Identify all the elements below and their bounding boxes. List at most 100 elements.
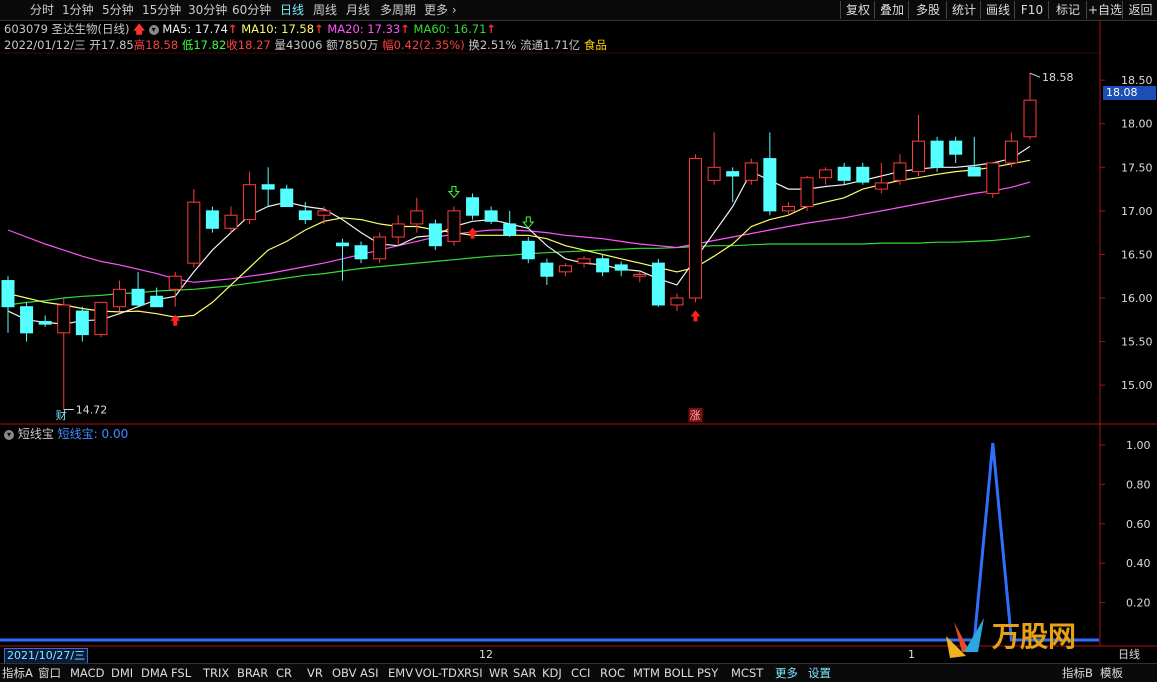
time-label-dec: 12 [479, 648, 493, 661]
indicator-tab-8[interactable]: CR [276, 665, 292, 681]
start-date-label: 2021/10/27/三 [4, 648, 89, 664]
indicator-tab-17[interactable]: KDJ [542, 665, 562, 681]
ma60-line [7, 235, 1031, 306]
candle-body-55 [1023, 99, 1037, 138]
candle-body-29 [540, 262, 554, 277]
candle-body-45 [837, 166, 851, 181]
limit-up-marker[interactable]: 涨 [690, 409, 701, 422]
high-marker-arrow-icon [1029, 72, 1041, 78]
candle-body-34 [633, 273, 647, 277]
ind-tick-label-2: 0.60 [1126, 518, 1151, 531]
indicator-name[interactable]: 短线宝 [18, 427, 54, 441]
current-price-tag: 18.08 [1103, 86, 1156, 100]
candle-body-46 [856, 166, 870, 183]
candle-body-26 [484, 210, 498, 222]
ind-tick-label-0: 1.00 [1126, 439, 1151, 452]
indicator-tab-3[interactable]: DMI [111, 665, 133, 681]
indicator-tab-13[interactable]: VOL-TDX [415, 665, 465, 681]
sell-signal-icon-1 [522, 216, 535, 229]
candle-body-1 [20, 306, 34, 334]
low-marker-label: 14.72 [76, 404, 108, 417]
indicator-tab-9[interactable]: VR [307, 665, 323, 681]
candle-body-11 [205, 210, 219, 229]
indicator-tab-12[interactable]: EMV [388, 665, 413, 681]
watermark-logo: 万股网 [946, 618, 1076, 658]
candle-body-8 [150, 295, 164, 308]
time-label-jan: 1 [908, 648, 915, 661]
indicator-tab-18[interactable]: CCI [571, 665, 590, 681]
candle-body-16 [298, 210, 312, 221]
indicator-title: ▾ 短线宝 短线宝: 0.00 [4, 426, 128, 442]
ind-tick-label-1: 0.80 [1126, 478, 1151, 491]
candle-body-4 [75, 310, 89, 336]
indicator-tab-14[interactable]: RSI [464, 665, 483, 681]
candle-body-15 [280, 188, 294, 207]
indicator-tab-20[interactable]: MTM [633, 665, 660, 681]
indicator-tab-25[interactable]: 设置 [808, 665, 831, 681]
candle-body-25 [466, 197, 480, 216]
bottom-right-tab-1[interactable]: 模板 [1100, 665, 1123, 681]
high-marker-label: 18.58 [1042, 71, 1074, 84]
candle-body-14 [261, 184, 275, 190]
ind-tick-label-4: 0.20 [1126, 597, 1151, 610]
indicator-tab-7[interactable]: BRAR [237, 665, 268, 681]
price-tick-label-1: 18.00 [1121, 118, 1153, 131]
price-tick-label-2: 17.50 [1121, 161, 1153, 174]
candle-body-18 [335, 242, 349, 247]
indicator-tab-10[interactable]: OBV [332, 665, 356, 681]
watermark-text: 万股网 [992, 620, 1076, 653]
indicator-tab-21[interactable]: BOLL [664, 665, 694, 681]
bottom-right-tab-0[interactable]: 指标B [1062, 665, 1093, 681]
indicator-tab-6[interactable]: TRIX [203, 665, 229, 681]
candle-body-41 [763, 158, 777, 212]
candle-body-51 [949, 140, 963, 155]
candle-body-23 [428, 223, 442, 247]
candle-body-5 [94, 301, 108, 336]
candle-body-37 [689, 158, 703, 299]
ma20-line [7, 181, 1031, 283]
indicator-tab-19[interactable]: ROC [600, 665, 625, 681]
candle-body-43 [800, 177, 814, 208]
candle-body-53 [986, 162, 1000, 194]
indicator-tab-24[interactable]: 更多 [775, 665, 798, 681]
candle-body-47 [874, 182, 888, 190]
candle-body-12 [224, 214, 238, 229]
indicator-tab-4[interactable]: DMA [141, 665, 168, 681]
candle-body-40 [744, 162, 758, 181]
indicator-tab-0[interactable]: 指标A [2, 665, 33, 681]
candle-body-30 [558, 265, 572, 273]
candle-body-24 [447, 210, 461, 242]
candle-body-48 [893, 162, 907, 181]
candle-body-49 [912, 140, 926, 173]
indicator-tab-11[interactable]: ASI [360, 665, 379, 681]
price-tick-label-6: 15.50 [1121, 336, 1153, 349]
indicator-tab-15[interactable]: WR [489, 665, 508, 681]
ind-tick-label-3: 0.40 [1126, 557, 1151, 570]
indicator-line [0, 442, 1099, 642]
indicator-tab-23[interactable]: MCST [731, 665, 763, 681]
price-tick-label-3: 17.00 [1121, 205, 1153, 218]
indicator-tab-16[interactable]: SAR [513, 665, 536, 681]
candle-body-19 [354, 245, 368, 260]
indicator-tab-1[interactable]: 窗口 [38, 665, 61, 681]
candle-body-13 [243, 184, 257, 221]
candle-body-17 [317, 210, 331, 216]
candle-body-10 [187, 201, 201, 264]
candle-body-31 [577, 258, 591, 264]
candle-body-32 [596, 258, 610, 273]
indicator-tab-22[interactable]: PSY [697, 665, 718, 681]
candle-body-20 [373, 236, 387, 260]
finance-marker[interactable]: 财 [56, 408, 67, 422]
kline-chart[interactable]: 18.5018.0017.5017.0016.5016.0015.5015.00… [0, 0, 1157, 681]
indicator-tab-2[interactable]: MACD [70, 665, 104, 681]
candle-body-2 [38, 321, 52, 325]
candle-body-54 [1004, 140, 1018, 164]
candle-body-3 [57, 304, 71, 334]
indicator-tab-5[interactable]: FSL [171, 665, 191, 681]
candle-body-44 [819, 169, 833, 179]
candle-body-39 [726, 171, 740, 177]
indicator-menu-icon[interactable]: ▾ [4, 429, 14, 440]
candle-body-0 [1, 280, 15, 308]
price-tick-label-4: 16.50 [1121, 248, 1153, 261]
candle-body-22 [410, 210, 424, 225]
